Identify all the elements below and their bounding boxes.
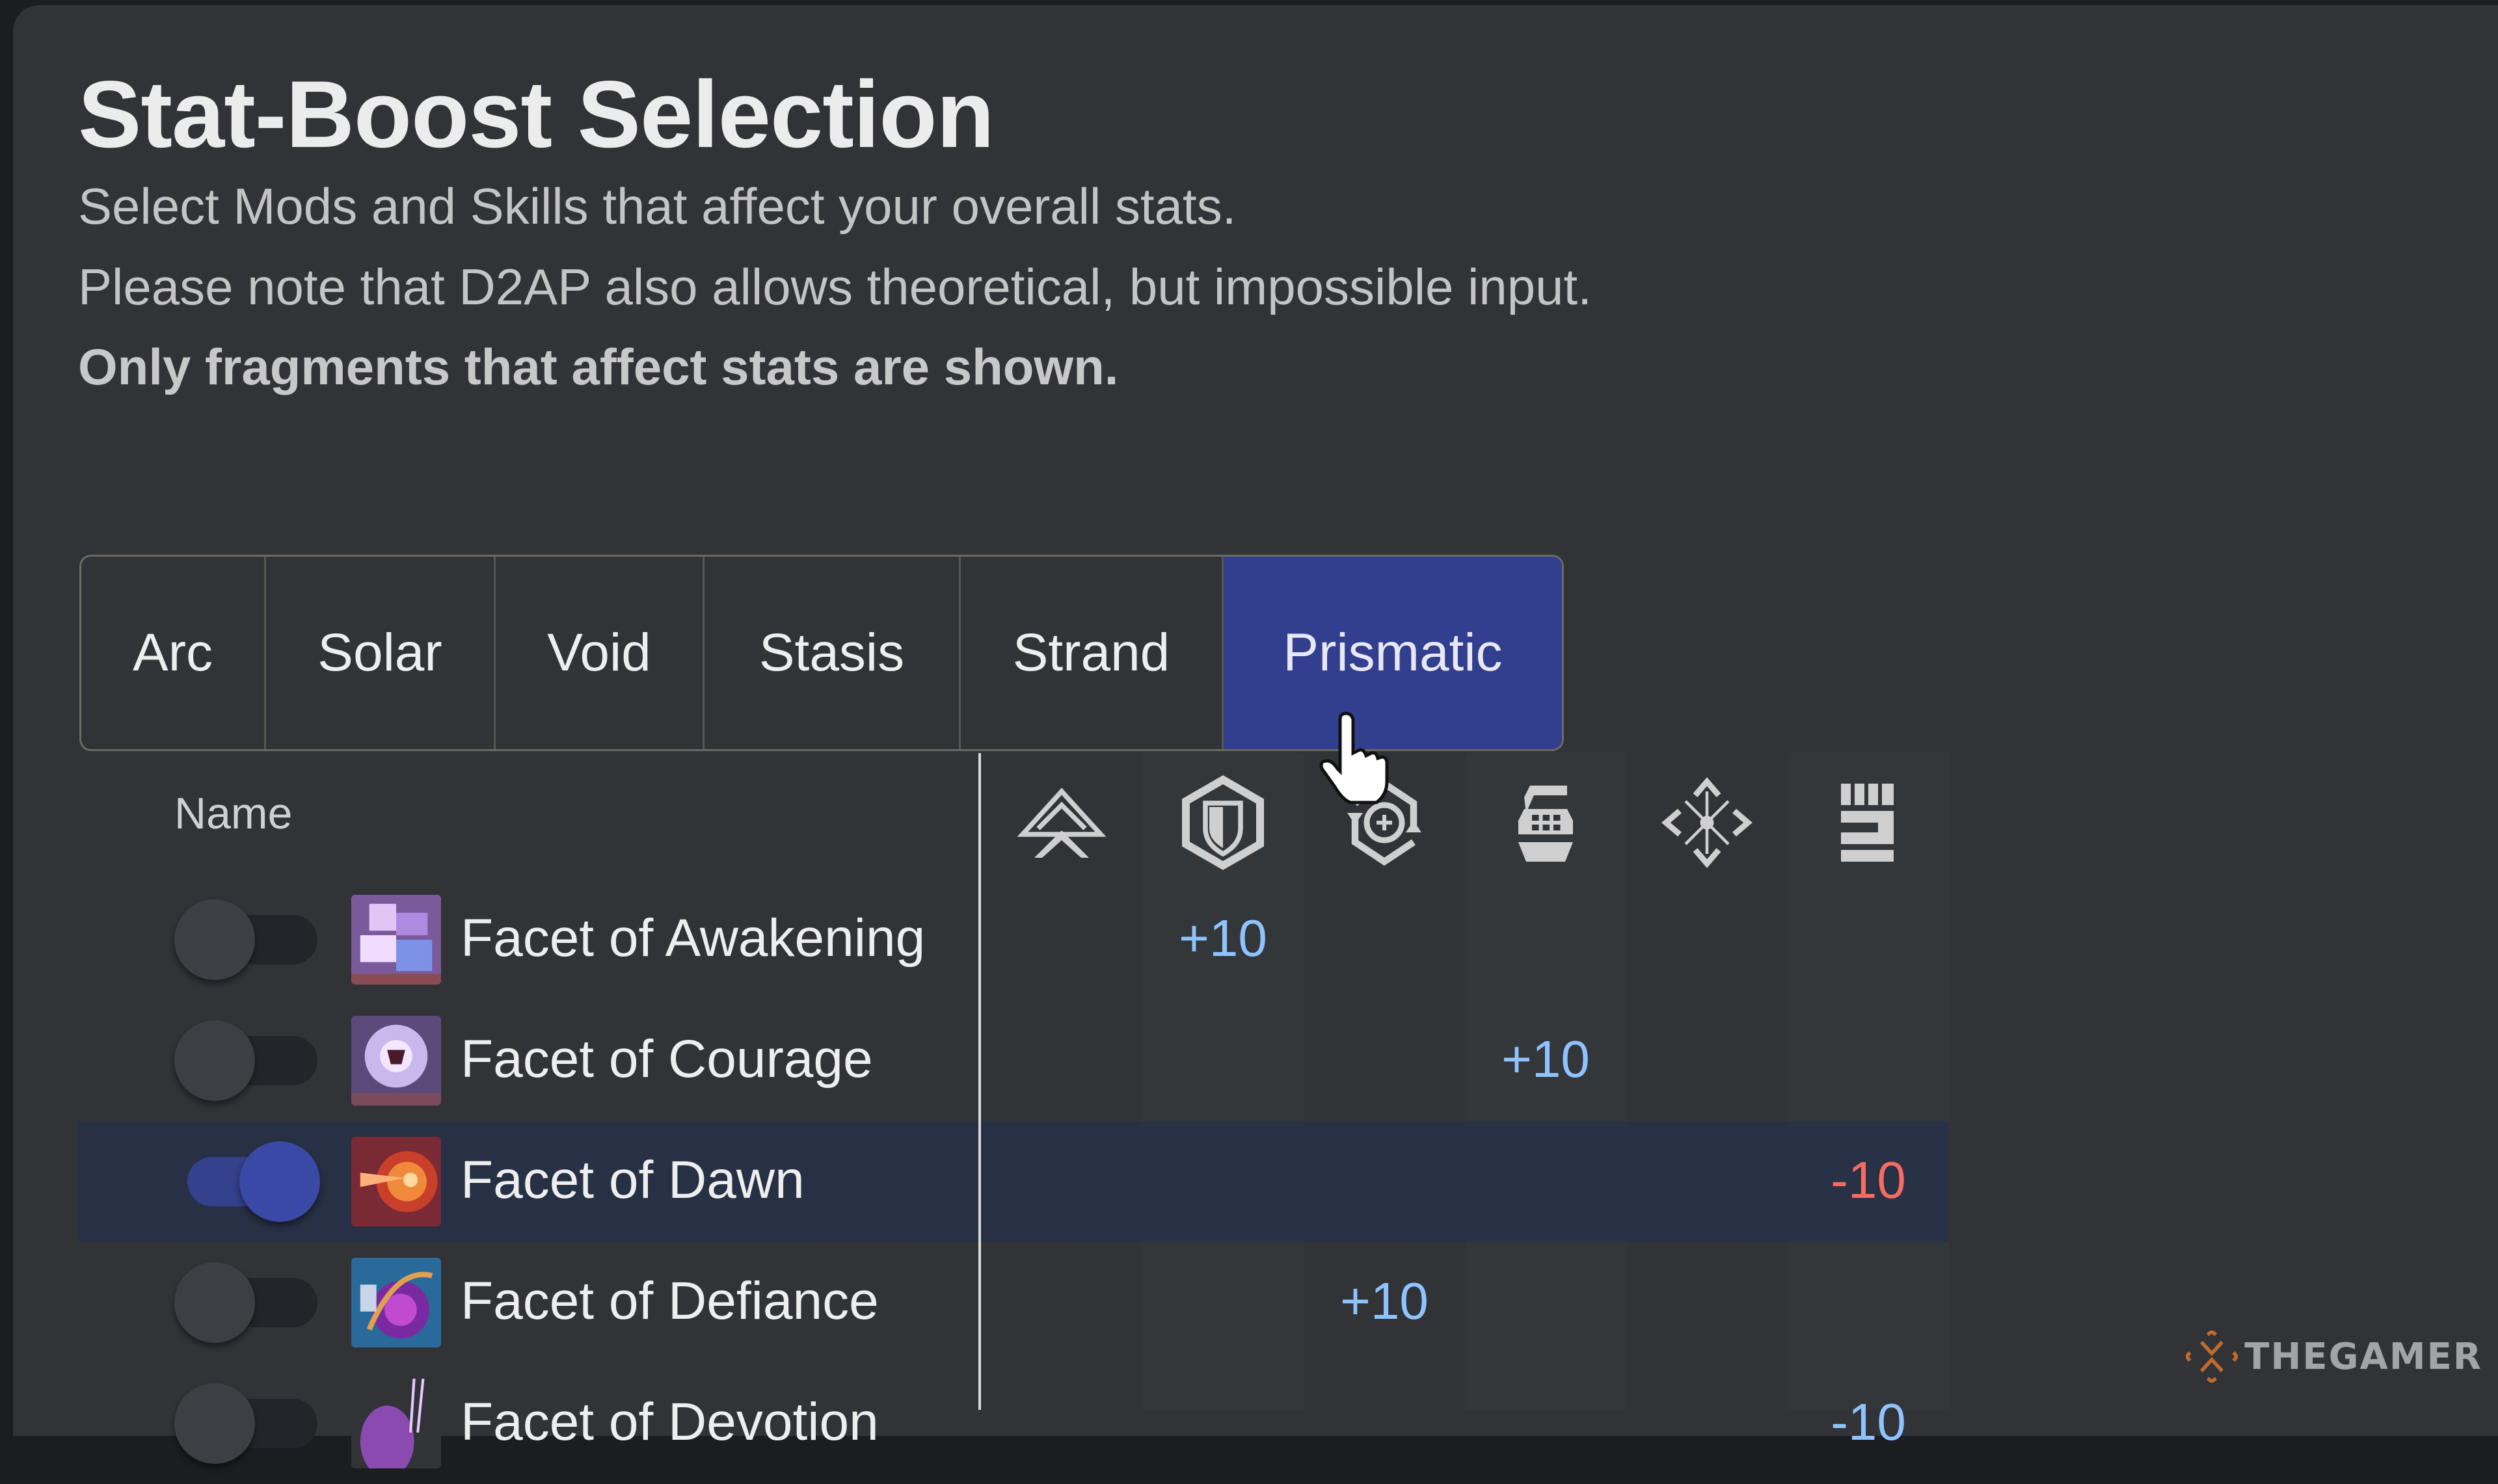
page-title: Stat-Boost Selection (78, 61, 995, 167)
table-row: Facet of Courage +10 (78, 1000, 1948, 1121)
subtitle-line-1: Select Mods and Skills that affect your … (78, 178, 1237, 235)
fragment-toggle[interactable] (174, 1383, 320, 1464)
tab-strand[interactable]: Strand (961, 557, 1224, 749)
facet-of-defiance-icon (351, 1258, 441, 1347)
fragment-toggle[interactable] (174, 1020, 320, 1101)
mobility-icon (981, 774, 1142, 871)
discipline-icon (1465, 774, 1626, 871)
fragment-name: Facet of Awakening (461, 908, 926, 968)
fragment-name: Facet of Dawn (461, 1150, 805, 1210)
fragment-toggle[interactable] (174, 1141, 320, 1222)
column-header-name: Name (174, 789, 293, 838)
column-divider (978, 753, 981, 1410)
stat-value: +10 (1179, 909, 1267, 968)
facet-of-devotion-icon (351, 1379, 441, 1468)
facet-of-awakening-icon (351, 895, 441, 985)
fragment-name: Facet of Devotion (461, 1392, 879, 1452)
fragment-name: Facet of Courage (461, 1029, 873, 1089)
tab-void[interactable]: Void (496, 557, 705, 749)
table-row: Facet of Devotion -10 (78, 1363, 1948, 1484)
hand-cursor-icon (1319, 711, 1389, 804)
stat-value: -10 (1831, 1151, 1906, 1210)
resilience-icon (1142, 774, 1304, 871)
thegamer-logo-icon (2186, 1331, 2238, 1383)
facet-of-courage-icon (351, 1016, 441, 1106)
watermark-text: THEGAMER (2244, 1335, 2482, 1378)
fragment-toggle[interactable] (174, 899, 320, 980)
watermark: THEGAMER (2186, 1331, 2482, 1383)
stat-value: -10 (1831, 1393, 1906, 1451)
subtitle-line-2: Please note that D2AP also allows theore… (78, 258, 1592, 315)
fragment-name: Facet of Defiance (461, 1271, 879, 1331)
table-row: Facet of Awakening +10 (78, 879, 1948, 1000)
tab-stasis[interactable]: Stasis (705, 557, 961, 749)
table-row: Facet of Defiance +10 (78, 1242, 1948, 1363)
tab-solar[interactable]: Solar (266, 557, 496, 749)
stat-value: +10 (1501, 1030, 1590, 1089)
strength-icon (1788, 774, 1949, 871)
tab-prismatic[interactable]: Prismatic (1224, 557, 1562, 749)
tab-arc[interactable]: Arc (81, 557, 266, 749)
facet-of-dawn-icon (351, 1137, 441, 1226)
fragment-toggle[interactable] (174, 1262, 320, 1343)
table-row-selected: Facet of Dawn -10 (78, 1121, 1948, 1242)
fragments-note: Only fragments that affect stats are sho… (78, 338, 1119, 395)
stat-value: +10 (1340, 1272, 1429, 1331)
intellect-icon (1626, 774, 1788, 871)
